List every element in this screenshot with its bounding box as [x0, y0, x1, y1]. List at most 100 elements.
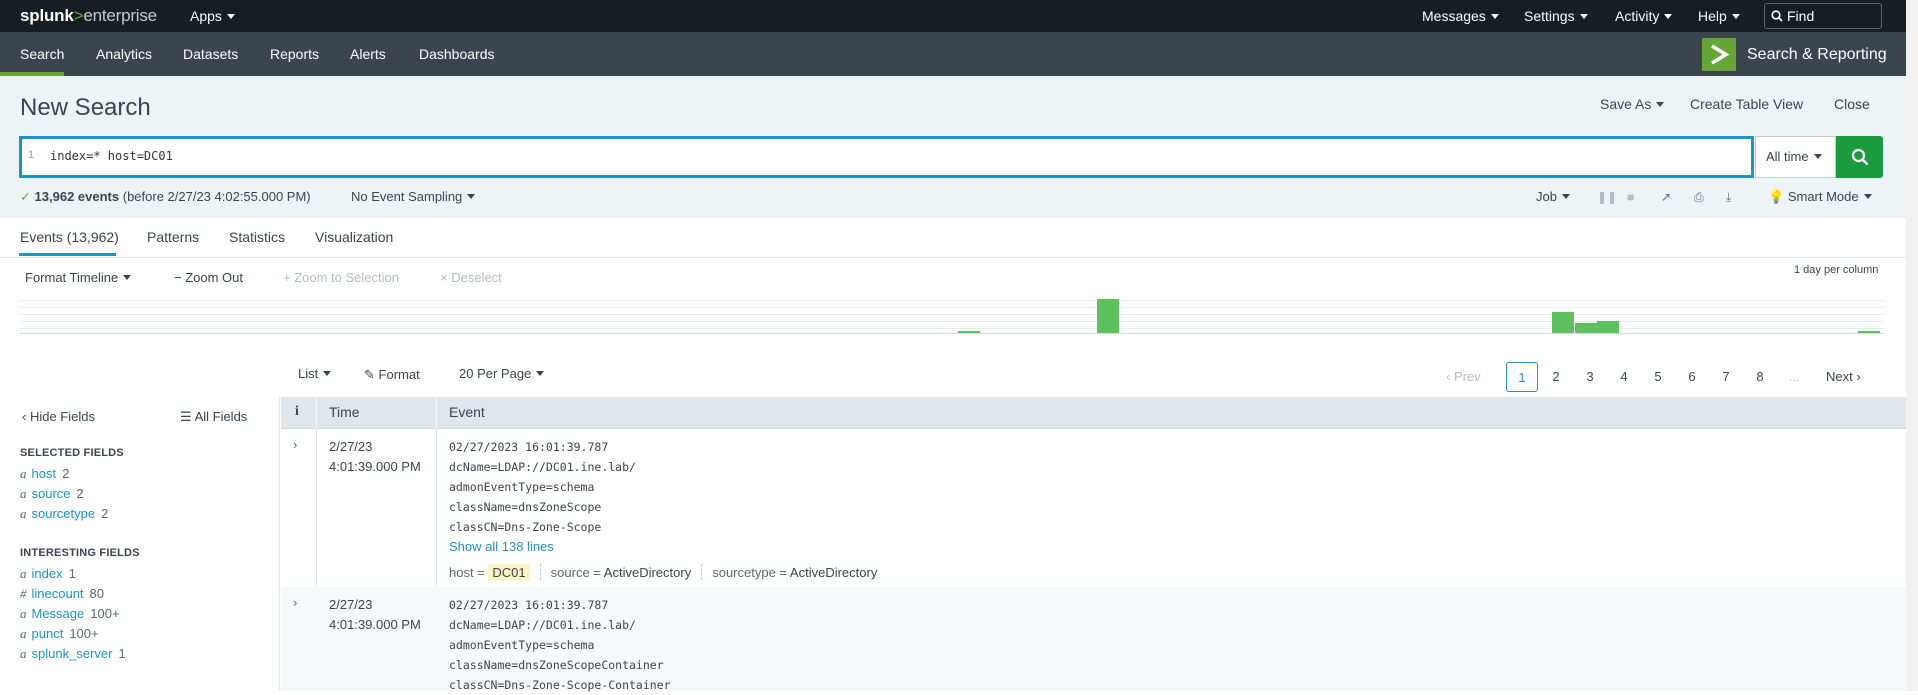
- fields-sidebar: ‹ Hide Fields ☰ All Fields SELECTED FIEL…: [0, 397, 280, 691]
- save-as-button[interactable]: Save As: [1600, 96, 1665, 112]
- format-timeline-menu[interactable]: Format Timeline: [25, 270, 132, 285]
- tab-dashboards[interactable]: Dashboards: [419, 46, 495, 62]
- event-fields: host = DC01 source = ActiveDirectory sourc…: [449, 564, 878, 581]
- timeline-bar[interactable]: [1097, 299, 1119, 333]
- apps-menu[interactable]: Apps: [190, 8, 235, 24]
- table-row: › 2/27/23 4:01:39.000 PM 02/27/2023 16:01…: [281, 429, 1906, 587]
- splunk-logo[interactable]: splunk>enterprise: [20, 6, 157, 26]
- column-info: i: [295, 404, 299, 419]
- event-time[interactable]: 2/27/23 4:01:39.000 PM: [329, 595, 421, 635]
- timeline-toolbar: Format Timeline − Zoom Out + Zoom to Sel…: [0, 258, 1906, 298]
- settings-menu[interactable]: Settings: [1524, 8, 1588, 24]
- tab-datasets[interactable]: Datasets: [183, 46, 238, 62]
- tab-events[interactable]: Events (13,962): [20, 229, 119, 245]
- page-8[interactable]: 8: [1744, 362, 1776, 392]
- search-mode-menu[interactable]: 💡 Smart Mode: [1768, 189, 1872, 205]
- zoom-to-selection-button[interactable]: + Zoom to Selection: [283, 270, 399, 285]
- help-menu[interactable]: Help: [1698, 8, 1740, 24]
- column-event: Event: [449, 404, 485, 420]
- timeline-bar[interactable]: [1597, 321, 1619, 333]
- export-icon[interactable]: ⤓: [1726, 190, 1731, 205]
- all-fields-button[interactable]: ☰ All Fields: [180, 409, 247, 425]
- time-range-picker[interactable]: All time: [1755, 136, 1836, 178]
- timeline-bar[interactable]: [1575, 323, 1597, 333]
- search-icon: [1771, 10, 1783, 22]
- app-bar: Search Analytics Datasets Reports Alerts…: [0, 32, 1906, 76]
- page-title: New Search: [20, 94, 151, 121]
- tab-visualization[interactable]: Visualization: [315, 229, 393, 245]
- activity-menu[interactable]: Activity: [1615, 8, 1673, 24]
- zoom-out-button[interactable]: − Zoom Out: [174, 270, 243, 285]
- tab-alerts[interactable]: Alerts: [350, 46, 386, 62]
- expand-row-icon[interactable]: ›: [293, 595, 297, 610]
- next-page-button[interactable]: Next ›: [1826, 362, 1861, 392]
- page-3[interactable]: 3: [1574, 362, 1606, 392]
- tab-search[interactable]: Search: [20, 46, 64, 62]
- pencil-icon: ✎: [364, 367, 375, 382]
- field-message[interactable]: a Message 100+: [20, 606, 120, 622]
- hide-fields-button[interactable]: ‹ Hide Fields: [22, 409, 95, 424]
- field-host[interactable]: a host 2: [20, 466, 69, 482]
- timeline-bar[interactable]: [1552, 312, 1574, 333]
- table-header: i Time Event: [281, 397, 1906, 429]
- find-placeholder: Find: [1787, 8, 1815, 24]
- event-raw[interactable]: 02/27/2023 16:01:39.787 dcName=LDAP://DC…: [449, 595, 671, 695]
- prev-page-button[interactable]: ‹ Prev: [1446, 362, 1481, 392]
- find-input[interactable]: Find: [1764, 3, 1882, 29]
- share-icon[interactable]: ↗: [1661, 190, 1671, 204]
- per-page-menu[interactable]: 20 Per Page: [459, 366, 545, 381]
- active-result-tab-indicator: [19, 253, 116, 256]
- show-all-lines-link[interactable]: Show all 138 lines: [449, 539, 554, 554]
- column-time[interactable]: Time: [329, 404, 360, 420]
- print-icon[interactable]: ⎙: [1694, 190, 1704, 205]
- search-status: ✓ 13,962 events (before 2/27/23 4:02:55.…: [20, 189, 311, 204]
- messages-menu[interactable]: Messages: [1422, 8, 1499, 24]
- field-linecount[interactable]: # linecount 80: [20, 586, 104, 602]
- host-value[interactable]: DC01: [488, 564, 530, 581]
- timeline-bar[interactable]: [1858, 331, 1880, 333]
- page-2[interactable]: 2: [1540, 362, 1572, 392]
- events-table: i Time Event › 2/27/23 4:01:39.000 PM 02/…: [281, 397, 1906, 692]
- interesting-fields-heading: INTERESTING FIELDS: [20, 547, 140, 559]
- search-bar[interactable]: 1 index=* host=DC01: [19, 136, 1754, 178]
- event-raw[interactable]: 02/27/2023 16:01:39.787 dcName=LDAP://DC…: [449, 437, 636, 537]
- list-view-menu[interactable]: List: [298, 366, 332, 381]
- search-query[interactable]: index=* host=DC01: [50, 149, 173, 163]
- field-sourcetype[interactable]: a sourcetype 2: [20, 506, 108, 522]
- field-splunk-server[interactable]: a splunk_server 1: [20, 646, 126, 662]
- event-time[interactable]: 2/27/23 4:01:39.000 PM: [329, 437, 421, 477]
- bulb-icon: 💡: [1768, 189, 1785, 204]
- tab-patterns[interactable]: Patterns: [147, 229, 199, 245]
- page-5[interactable]: 5: [1642, 362, 1674, 392]
- pause-icon[interactable]: ❚❚: [1597, 190, 1617, 204]
- page-6[interactable]: 6: [1676, 362, 1708, 392]
- timeline-bar[interactable]: [958, 331, 980, 333]
- page-scrollbar[interactable]: [1906, 0, 1918, 691]
- results-toolbar: List ✎ Format 20 Per Page ‹ Prev 1 2 3 4…: [0, 355, 1906, 393]
- job-menu[interactable]: Job: [1536, 189, 1570, 204]
- close-button[interactable]: Close: [1834, 96, 1870, 112]
- deselect-button[interactable]: × Deselect: [440, 270, 502, 285]
- page-1[interactable]: 1: [1506, 362, 1538, 392]
- create-table-view-button[interactable]: Create Table View: [1690, 96, 1803, 112]
- page-4[interactable]: 4: [1608, 362, 1640, 392]
- page-7[interactable]: 7: [1710, 362, 1742, 392]
- event-sampling-menu[interactable]: No Event Sampling: [351, 189, 476, 204]
- stop-icon[interactable]: ■: [1627, 190, 1634, 204]
- tab-statistics[interactable]: Statistics: [229, 229, 285, 245]
- field-index[interactable]: a index 1: [20, 566, 76, 582]
- global-bar: splunk>enterprise Apps Messages Settings…: [0, 0, 1906, 32]
- timeline-chart[interactable]: [20, 298, 1884, 334]
- result-tabs: Events (13,962) Patterns Statistics Visu…: [0, 218, 1906, 258]
- sourcetype-value[interactable]: ActiveDirectory: [790, 565, 877, 580]
- search-button[interactable]: [1836, 136, 1883, 178]
- field-source[interactable]: a source 2: [20, 486, 84, 502]
- page-ellipsis: ...: [1788, 369, 1800, 384]
- tab-reports[interactable]: Reports: [270, 46, 319, 62]
- format-button[interactable]: ✎ Format: [364, 367, 420, 383]
- field-punct[interactable]: a punct 100+: [20, 626, 99, 642]
- expand-row-icon[interactable]: ›: [293, 437, 297, 452]
- selected-fields-heading: SELECTED FIELDS: [20, 447, 124, 459]
- tab-analytics[interactable]: Analytics: [96, 46, 152, 62]
- source-value[interactable]: ActiveDirectory: [604, 565, 691, 580]
